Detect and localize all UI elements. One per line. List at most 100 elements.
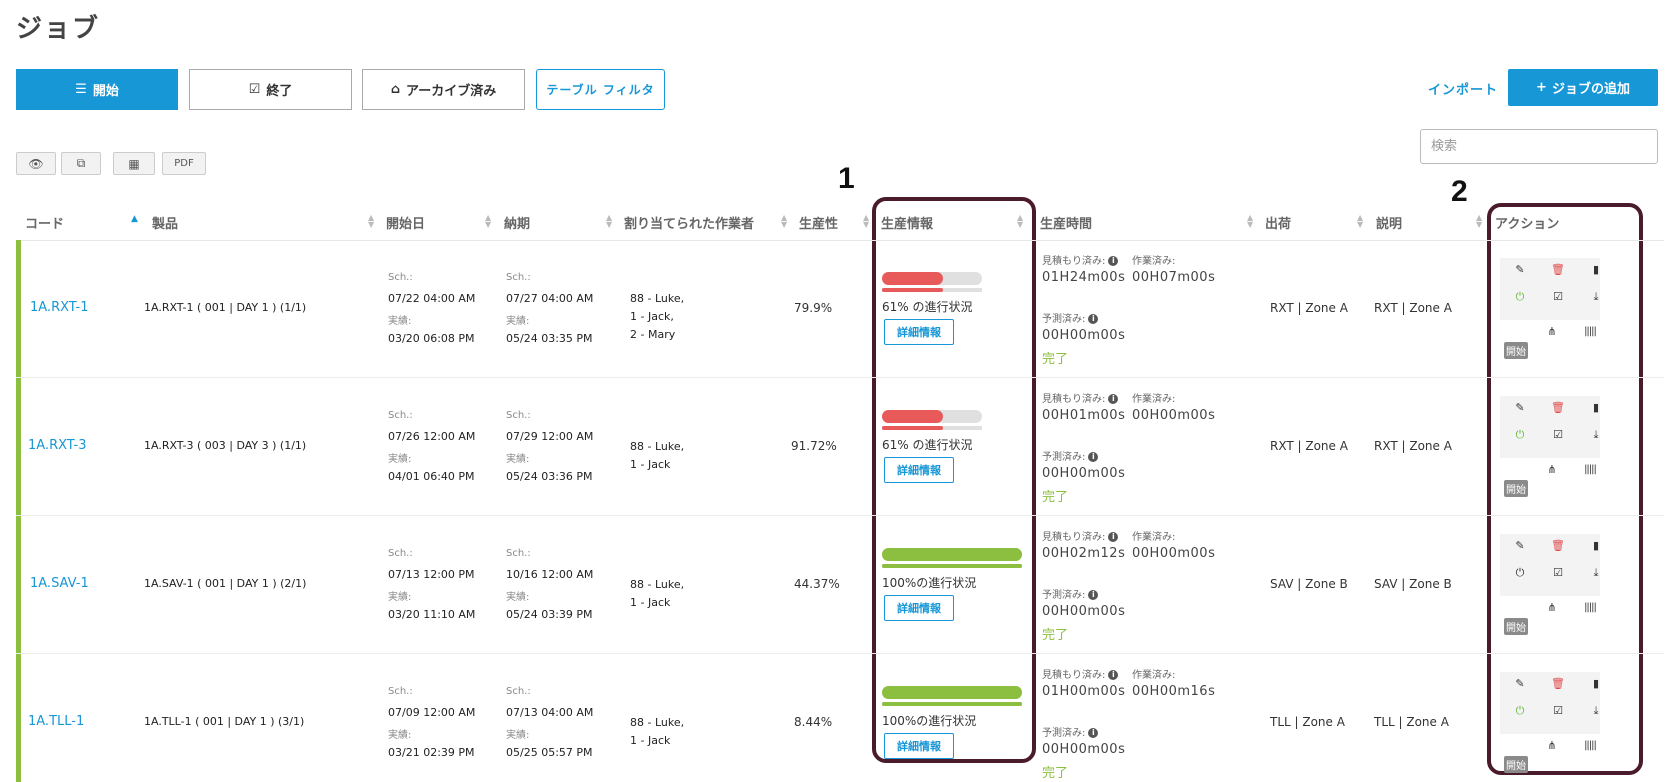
document-icon[interactable]: ▮ bbox=[1588, 262, 1604, 278]
info-icon[interactable]: i bbox=[1108, 532, 1119, 542]
info-icon[interactable]: i bbox=[1108, 670, 1119, 680]
power-icon[interactable]: ⏻ bbox=[1512, 703, 1528, 719]
trash-icon[interactable]: 🗑 bbox=[1550, 400, 1566, 416]
trash-icon[interactable]: 🗑 bbox=[1550, 262, 1566, 278]
copy-button[interactable]: ⧉ bbox=[61, 152, 101, 175]
sort-icon[interactable]: ▲ ▼ bbox=[1357, 214, 1363, 229]
col-product[interactable]: 製品 bbox=[152, 213, 178, 232]
col-start-date[interactable]: 開始日 bbox=[386, 213, 425, 232]
document-icon[interactable]: ▮ bbox=[1588, 676, 1604, 692]
download-icon[interactable]: ⤓ bbox=[1588, 565, 1604, 581]
download-icon[interactable]: ⤓ bbox=[1588, 703, 1604, 719]
check-icon[interactable]: ☑ bbox=[1550, 289, 1566, 305]
col-productivity[interactable]: 生産性 bbox=[799, 213, 838, 232]
col-description[interactable]: 説明 bbox=[1376, 213, 1402, 232]
shipping-value: RXT | Zone A bbox=[1270, 439, 1348, 453]
import-link[interactable]: インポート bbox=[1428, 79, 1498, 98]
sort-icon[interactable]: ▲ ▼ bbox=[1247, 214, 1253, 229]
view-button[interactable]: 👁 bbox=[16, 152, 56, 175]
info-icon[interactable]: i bbox=[1088, 590, 1099, 600]
estimate-label-text: 見積もり済み: bbox=[1042, 670, 1106, 681]
due-sch-value: 10/16 12:00 AM bbox=[506, 568, 594, 581]
edit-icon[interactable]: ✎ bbox=[1512, 676, 1528, 692]
job-code-link[interactable]: 1A.RXT-1 bbox=[30, 300, 89, 315]
due-actual-value: 05/24 03:39 PM bbox=[506, 608, 593, 621]
worker-item: 1 - Jack bbox=[630, 734, 671, 747]
tab-start-label: 開始 bbox=[92, 84, 119, 99]
edit-icon[interactable]: ✎ bbox=[1512, 538, 1528, 554]
power-icon[interactable]: ⏻ bbox=[1512, 427, 1528, 443]
info-icon[interactable]: i bbox=[1088, 314, 1099, 324]
barcode-icon[interactable]: ||||| bbox=[1582, 738, 1598, 754]
sort-icon[interactable]: ▲ ▼ bbox=[485, 214, 491, 229]
barcode-icon[interactable]: ||||| bbox=[1582, 462, 1598, 478]
table-row: 1A.RXT-1 1A.RXT-1 ( 001 | DAY 1 ) (1/1) … bbox=[16, 240, 1664, 378]
worked-value: 00H07m00s bbox=[1132, 270, 1216, 285]
sort-icon[interactable]: ▲ ▼ bbox=[781, 214, 787, 229]
col-production-time[interactable]: 生産時間 bbox=[1040, 213, 1092, 232]
pdf-button[interactable]: PDF bbox=[162, 152, 206, 175]
action-panel: ✎ 🗑 ▮ ⏻ ☑ ⤓ bbox=[1500, 534, 1600, 596]
completion-status: 完了 bbox=[1042, 490, 1069, 505]
col-code[interactable]: コード bbox=[25, 213, 64, 232]
job-code-link[interactable]: 1A.SAV-1 bbox=[30, 576, 89, 591]
search-input[interactable] bbox=[1420, 129, 1658, 164]
tab-start[interactable]: ☰ 開始 bbox=[16, 69, 178, 110]
details-button[interactable]: 詳細情報 bbox=[884, 457, 954, 483]
estimate-label-text: 見積もり済み: bbox=[1042, 532, 1106, 543]
due-actual-label: 実績: bbox=[506, 592, 530, 603]
check-icon[interactable]: ☑ bbox=[1550, 427, 1566, 443]
col-workers[interactable]: 割り当てられた作業者 bbox=[624, 213, 754, 232]
edit-icon[interactable]: ✎ bbox=[1512, 262, 1528, 278]
info-icon[interactable]: i bbox=[1108, 256, 1119, 266]
sort-asc-icon[interactable]: ▲ bbox=[131, 214, 138, 224]
start-actual-label: 実績: bbox=[388, 592, 412, 603]
hierarchy-icon[interactable]: ⋔ bbox=[1544, 600, 1560, 616]
completion-status: 完了 bbox=[1042, 766, 1069, 781]
info-icon[interactable]: i bbox=[1088, 452, 1099, 462]
sort-icon[interactable]: ▲ ▼ bbox=[1476, 214, 1482, 229]
estimate-label: 見積もり済み: i bbox=[1042, 390, 1119, 405]
worked-label: 作業済み: bbox=[1132, 256, 1176, 267]
shipping-value: SAV | Zone B bbox=[1270, 577, 1348, 591]
sort-icon[interactable]: ▲ ▼ bbox=[606, 214, 612, 229]
col-shipping[interactable]: 出荷 bbox=[1265, 213, 1291, 232]
col-production-info[interactable]: 生産情報 bbox=[881, 213, 933, 232]
tab-archived[interactable]: ⌂ アーカイブ済み bbox=[362, 69, 525, 110]
start-actual-value: 03/20 06:08 PM bbox=[388, 332, 475, 345]
job-code-link[interactable]: 1A.RXT-3 bbox=[28, 438, 87, 453]
check-icon[interactable]: ☑ bbox=[1550, 565, 1566, 581]
details-button[interactable]: 詳細情報 bbox=[884, 319, 954, 345]
document-icon[interactable]: ▮ bbox=[1588, 400, 1604, 416]
predicted-label: 予測済み: i bbox=[1042, 448, 1099, 463]
download-icon[interactable]: ⤓ bbox=[1588, 427, 1604, 443]
hierarchy-icon[interactable]: ⋔ bbox=[1544, 462, 1560, 478]
barcode-icon[interactable]: ||||| bbox=[1582, 324, 1598, 340]
trash-icon[interactable]: 🗑 bbox=[1550, 538, 1566, 554]
add-job-button[interactable]: + ジョブの追加 bbox=[1508, 69, 1658, 106]
info-icon[interactable]: i bbox=[1108, 394, 1119, 404]
col-due-date[interactable]: 納期 bbox=[504, 213, 530, 232]
barcode-icon[interactable]: ||||| bbox=[1582, 600, 1598, 616]
sort-icon[interactable]: ▲ ▼ bbox=[368, 214, 374, 229]
sort-icon[interactable]: ▲ ▼ bbox=[863, 214, 869, 229]
download-icon[interactable]: ⤓ bbox=[1588, 289, 1604, 305]
table-filter-button[interactable]: テーブル フィルタ bbox=[536, 69, 665, 110]
hierarchy-icon[interactable]: ⋔ bbox=[1544, 738, 1560, 754]
hierarchy-icon[interactable]: ⋔ bbox=[1544, 324, 1560, 340]
sort-icon[interactable]: ▲ ▼ bbox=[1017, 214, 1023, 229]
tab-done[interactable]: ☑ 終了 bbox=[189, 69, 352, 110]
details-button[interactable]: 詳細情報 bbox=[884, 733, 954, 759]
power-icon[interactable]: ⏻ bbox=[1512, 565, 1528, 581]
trash-icon[interactable]: 🗑 bbox=[1550, 676, 1566, 692]
csv-button[interactable]: ▦ bbox=[113, 152, 155, 175]
edit-icon[interactable]: ✎ bbox=[1512, 400, 1528, 416]
info-icon[interactable]: i bbox=[1088, 728, 1099, 738]
details-button[interactable]: 詳細情報 bbox=[884, 595, 954, 621]
document-icon[interactable]: ▮ bbox=[1588, 538, 1604, 554]
job-code-link[interactable]: 1A.TLL-1 bbox=[28, 714, 84, 729]
check-icon[interactable]: ☑ bbox=[1550, 703, 1566, 719]
power-icon[interactable]: ⏻ bbox=[1512, 289, 1528, 305]
start-sch-value: 07/09 12:00 AM bbox=[388, 706, 476, 719]
checkbox-icon: ☑ bbox=[248, 82, 261, 97]
